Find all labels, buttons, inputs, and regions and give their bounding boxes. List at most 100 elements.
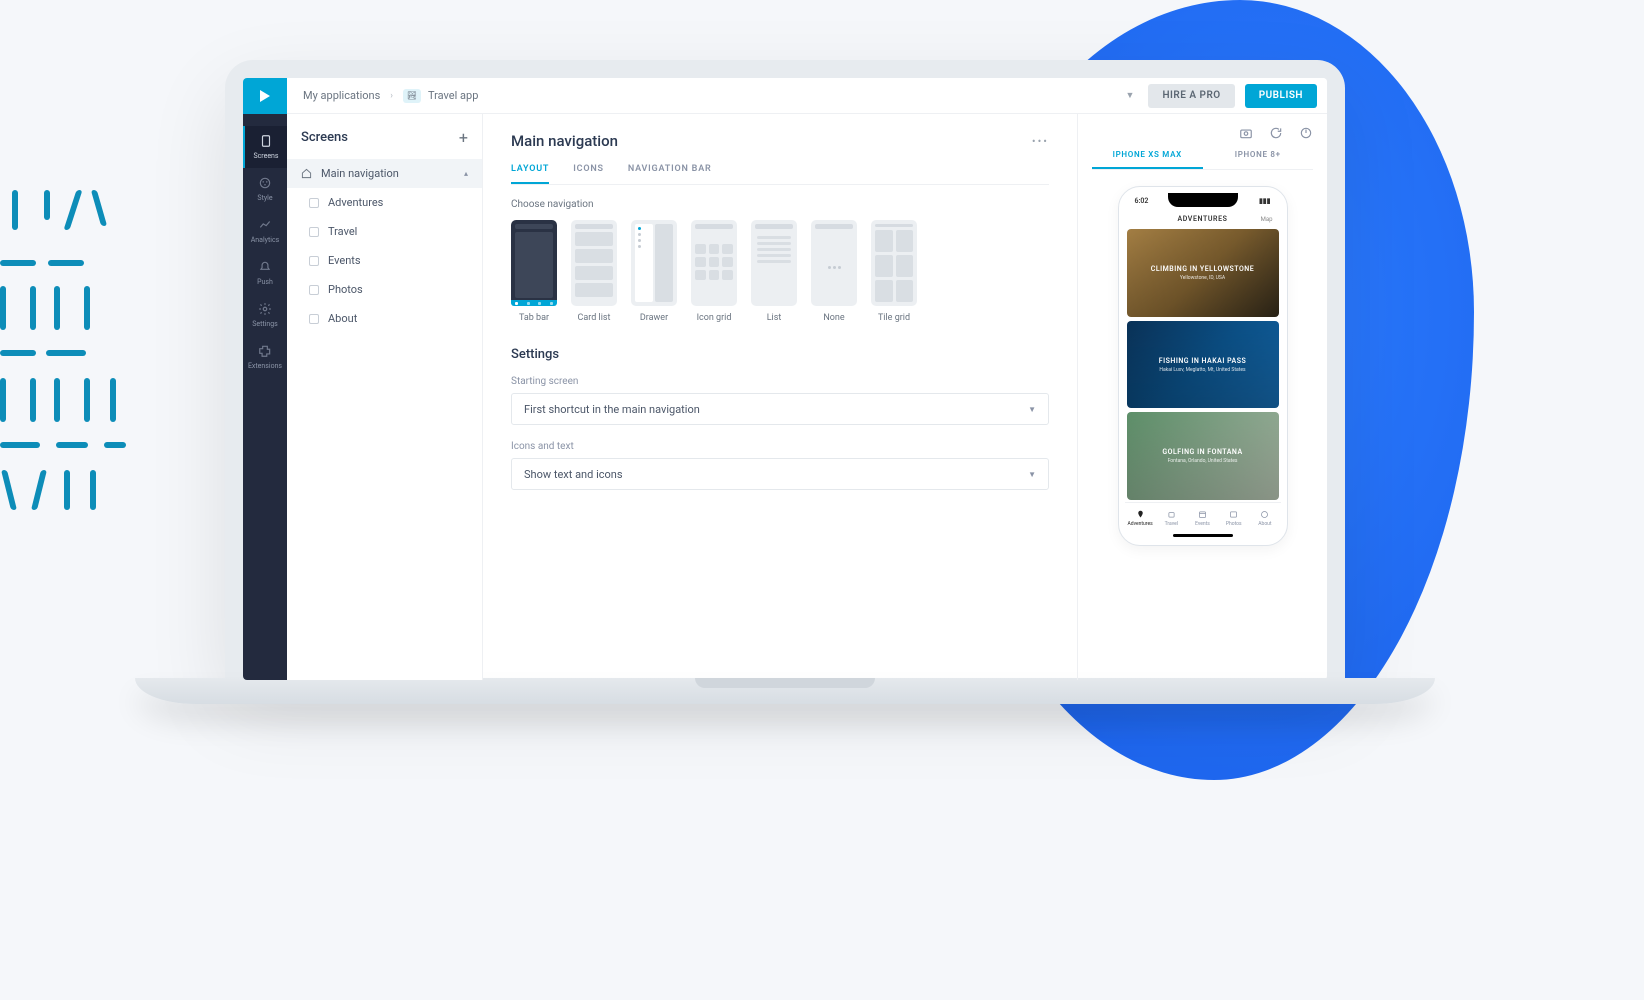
add-screen-button[interactable]: +	[459, 128, 468, 147]
preview-header-map[interactable]: Map	[1261, 216, 1273, 223]
screens-title: Screens	[301, 130, 348, 145]
card-subtitle: Hakai Luxv, Meglatto, Mt, United States	[1159, 367, 1245, 373]
breadcrumb-app[interactable]: Travel app	[428, 89, 478, 102]
rail-screens[interactable]: Screens	[243, 126, 287, 168]
gear-icon	[258, 302, 272, 316]
navopt-card-list[interactable]: Card list	[571, 220, 617, 323]
preview-panel: IPHONE XS MAX IPHONE 8+ 6:02 ▮▮▮ ADVENTU…	[1077, 114, 1327, 680]
screen-item-events[interactable]: Events	[287, 246, 482, 275]
navopt-icon-grid[interactable]: Icon grid	[691, 220, 737, 323]
select-value: First shortcut in the main navigation	[524, 403, 700, 416]
rail-label: Settings	[252, 320, 278, 328]
preview-card[interactable]: FISHING IN HAKAI PASS Hakai Luxv, Meglat…	[1127, 321, 1279, 409]
navopt-tile-grid[interactable]: Tile grid	[871, 220, 917, 323]
tab-layout[interactable]: LAYOUT	[511, 164, 549, 184]
screen-item-travel[interactable]: Travel	[287, 217, 482, 246]
card-subtitle: Fontana, Orlando, United States	[1168, 458, 1238, 464]
more-menu-button[interactable]: •••	[1032, 135, 1049, 148]
select-value: Show text and icons	[524, 468, 623, 481]
preview-tab-events[interactable]: Events	[1187, 503, 1218, 534]
preview-tab-about[interactable]: About	[1249, 503, 1280, 534]
navopt-label: None	[823, 313, 844, 323]
tab-label: About	[1258, 521, 1271, 527]
rail-style[interactable]: Style	[243, 168, 287, 210]
card-title: CLIMBING IN YELLOWSTONE	[1151, 265, 1254, 273]
tab-icons[interactable]: ICONS	[573, 164, 604, 184]
screen-item-adventures[interactable]: Adventures	[287, 188, 482, 217]
chevron-down-icon: ▼	[1028, 470, 1036, 479]
content-area: Main navigation ••• LAYOUT ICONS NAVIGAT…	[483, 114, 1077, 680]
preview-card[interactable]: CLIMBING IN YELLOWSTONE Yellowstone, ID,…	[1127, 229, 1279, 317]
chevron-down-icon: ▼	[1028, 405, 1036, 414]
card-subtitle: Yellowstone, ID, USA	[1180, 275, 1225, 281]
travel-icon	[1167, 510, 1176, 519]
content-tabs: LAYOUT ICONS NAVIGATION BAR	[511, 164, 1049, 185]
device-tab-8plus[interactable]: IPHONE 8+	[1203, 150, 1314, 169]
icons-text-label: Icons and text	[511, 441, 1049, 452]
screen-item-label: Events	[328, 254, 361, 267]
navopt-label: Card list	[578, 313, 611, 323]
app-header: My applications › 🏞 Travel app ▼ HIRE A …	[243, 78, 1327, 114]
navopt-label: Tab bar	[519, 313, 549, 323]
rail-label: Analytics	[251, 236, 280, 244]
rail-label: Screens	[253, 152, 278, 160]
screen-item-label: Main navigation	[321, 167, 399, 180]
preview-tab-travel[interactable]: Travel	[1156, 503, 1187, 534]
screen-item-about[interactable]: About	[287, 304, 482, 333]
rail-analytics[interactable]: Analytics	[243, 210, 287, 252]
content-title: Main navigation	[511, 132, 618, 150]
breadcrumb-root[interactable]: My applications	[303, 89, 380, 102]
screen-icon	[309, 256, 319, 266]
screen-item-photos[interactable]: Photos	[287, 275, 482, 304]
tab-navigation-bar[interactable]: NAVIGATION BAR	[628, 164, 712, 184]
photo-icon	[1229, 510, 1238, 519]
rail-settings[interactable]: Settings	[243, 294, 287, 336]
preview-header-title: ADVENTURES	[1177, 215, 1227, 223]
publish-button[interactable]: PUBLISH	[1245, 84, 1317, 108]
home-indicator	[1173, 534, 1233, 537]
info-icon	[1260, 510, 1269, 519]
home-icon	[301, 168, 312, 179]
preview-header: ADVENTURES Map	[1125, 209, 1281, 229]
app-icon: 🏞	[403, 89, 421, 103]
navopt-label: List	[767, 313, 782, 323]
screen-icon	[309, 198, 319, 208]
device-preview: 6:02 ▮▮▮ ADVENTURES Map CLIMBING IN YELL…	[1118, 186, 1288, 546]
tab-label: Photos	[1226, 521, 1242, 527]
rail-push[interactable]: Push	[243, 252, 287, 294]
power-icon	[1299, 126, 1313, 140]
navopt-list[interactable]: List	[751, 220, 797, 323]
account-menu-caret[interactable]: ▼	[1126, 90, 1135, 101]
navopt-tab-bar[interactable]: Tab bar	[511, 220, 557, 323]
hire-pro-button[interactable]: HIRE A PRO	[1148, 84, 1234, 108]
screen-item-label: Photos	[328, 283, 363, 296]
pin-icon	[1136, 510, 1145, 519]
rail-extensions[interactable]: Extensions	[243, 336, 287, 378]
phone-notch	[1168, 193, 1238, 207]
power-button[interactable]	[1299, 126, 1313, 140]
device-tab-xs-max[interactable]: IPHONE XS MAX	[1092, 150, 1203, 169]
screen-item-label: Travel	[328, 225, 357, 238]
reload-button[interactable]	[1269, 126, 1283, 140]
preview-tab-adventures[interactable]: Adventures	[1125, 503, 1156, 534]
navigation-options: Tab bar Card list Drawer Icon grid List	[511, 220, 1049, 323]
screens-panel: Screens + Main navigation ▴ Adventures T…	[287, 114, 483, 680]
screenshot-button[interactable]	[1239, 126, 1253, 140]
preview-tab-photos[interactable]: Photos	[1218, 503, 1249, 534]
preview-card[interactable]: GOLFING IN FONTANA Fontana, Orlando, Uni…	[1127, 412, 1279, 500]
brand-logo[interactable]	[243, 78, 287, 114]
screens-icon	[259, 134, 273, 148]
navopt-none[interactable]: None	[811, 220, 857, 323]
chevron-right-icon: ›	[390, 91, 393, 101]
tab-label: Travel	[1165, 521, 1178, 527]
status-icons: ▮▮▮	[1259, 197, 1271, 205]
navopt-drawer[interactable]: Drawer	[631, 220, 677, 323]
screen-icon	[309, 285, 319, 295]
status-time: 6:02	[1135, 197, 1149, 205]
icons-text-select[interactable]: Show text and icons ▼	[511, 458, 1049, 490]
screen-item-main-navigation[interactable]: Main navigation ▴	[287, 159, 482, 188]
analytics-icon	[258, 218, 272, 232]
chevron-up-icon: ▴	[464, 169, 468, 178]
rail-label: Extensions	[248, 362, 282, 370]
starting-screen-select[interactable]: First shortcut in the main navigation ▼	[511, 393, 1049, 425]
